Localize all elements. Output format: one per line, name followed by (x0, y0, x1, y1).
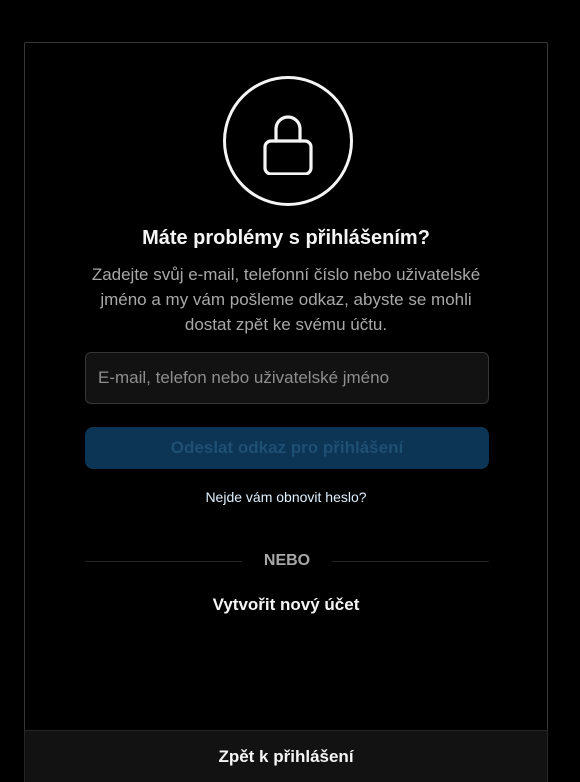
lock-icon (223, 76, 353, 206)
page-title: Máte problémy s přihlášením? (142, 227, 430, 249)
lock-icon-glyph (263, 115, 313, 175)
cant-reset-password-link[interactable]: Nejde vám obnovit heslo? (25, 488, 547, 506)
divider-label: NEBO (263, 552, 311, 569)
send-login-link-button[interactable]: Odeslat odkaz pro přihlášení (85, 427, 489, 469)
back-to-login-button[interactable]: Zpět k přihlášení (24, 730, 548, 782)
identifier-input[interactable] (85, 352, 489, 404)
divider-line-right (332, 560, 490, 562)
instructions-text: Zadejte svůj e-mail, telefonní číslo neb… (91, 265, 481, 334)
divider-line-left (85, 560, 242, 562)
or-divider: NEBO (85, 550, 490, 572)
create-account-link[interactable]: Vytvořit nový účet (25, 594, 547, 616)
password-reset-card: Máte problémy s přihlášením? Zadejte svů… (24, 42, 548, 782)
